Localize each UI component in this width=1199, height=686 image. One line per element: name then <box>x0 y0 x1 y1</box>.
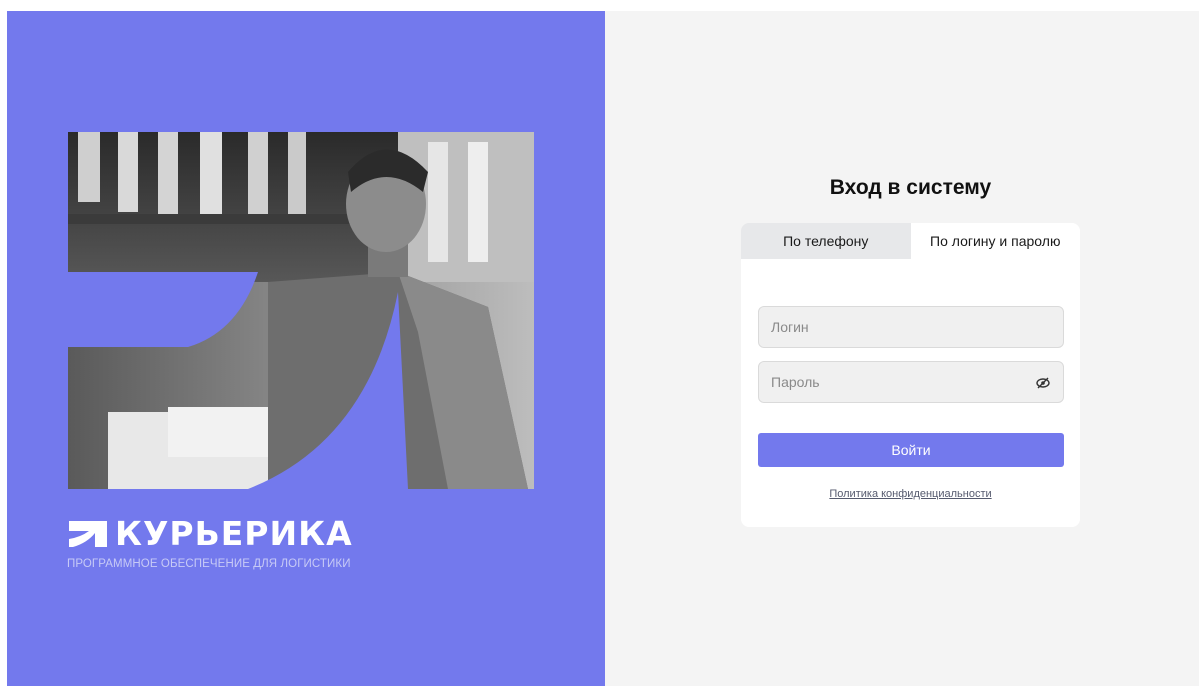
login-tabs: По телефону По логину и паролю <box>741 223 1080 259</box>
hero-photo <box>68 132 534 489</box>
login-input[interactable] <box>759 307 1063 347</box>
password-field-wrapper <box>758 361 1064 403</box>
login-panel: Вход в систему По телефону По логину и п… <box>605 11 1199 686</box>
brand-tagline: ПРОГРАММНОЕ ОБЕСПЕЧЕНИЕ ДЛЯ ЛОГИСТИКИ <box>67 558 351 570</box>
brand-logo-icon <box>69 521 107 547</box>
brand-panel: КУРЬЕРИКА ПРОГРАММНОЕ ОБЕСПЕЧЕНИЕ ДЛЯ ЛО… <box>7 11 605 686</box>
brand-block: КУРЬЕРИКА ПРОГРАММНОЕ ОБЕСПЕЧЕНИЕ ДЛЯ ЛО… <box>67 514 353 571</box>
eye-off-icon[interactable] <box>1035 375 1051 391</box>
login-card: Войти Политика конфиденциальности <box>741 259 1080 527</box>
tab-login-password[interactable]: По логину и паролю <box>910 223 1080 259</box>
brand-name: КУРЬЕРИКА <box>115 514 353 553</box>
login-submit-button[interactable]: Войти <box>758 433 1064 467</box>
tab-phone[interactable]: По телефону <box>741 223 911 259</box>
login-field-wrapper <box>758 306 1064 348</box>
password-input[interactable] <box>759 362 1063 402</box>
login-title: Вход в систему <box>829 176 992 199</box>
privacy-policy-link[interactable]: Политика конфиденциальности <box>741 488 1080 500</box>
